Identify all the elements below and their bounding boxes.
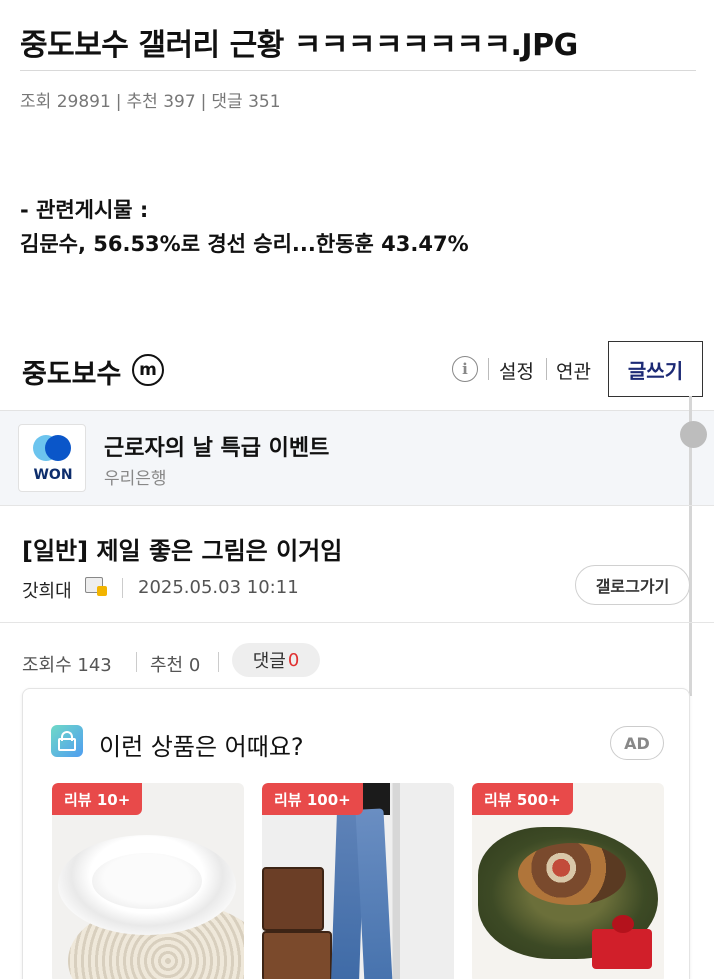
comments-count: 351 — [248, 92, 281, 112]
write-button[interactable]: 글쓰기 — [608, 341, 703, 397]
food-platter-image — [518, 843, 626, 905]
post-date: 2025.05.03 10:11 — [138, 577, 299, 598]
views-label: 조회 — [20, 92, 52, 112]
comments-label: 댓글 — [211, 92, 243, 112]
gallery-name[interactable]: 중도보수 — [22, 352, 121, 391]
related-link[interactable]: 연관 — [556, 357, 591, 384]
gallery-header: 중도보수 m i 설정 연관 글쓰기 — [0, 328, 714, 410]
settings-link[interactable]: 설정 — [499, 357, 534, 384]
won-logo-icon: WON — [18, 424, 86, 492]
comment-button[interactable]: 댓글 0 — [232, 643, 320, 677]
ad-banner[interactable]: WON 근로자의 날 특급 이벤트 우리은행 — [0, 411, 714, 505]
suitcase-image — [262, 867, 324, 931]
stat-separator — [218, 652, 219, 672]
gift-box-image — [592, 929, 652, 969]
product-item[interactable]: 리뷰 100+ — [262, 783, 454, 979]
stats-separator: | — [200, 92, 207, 112]
ad-banner-advertiser: 우리은행 — [104, 469, 167, 489]
review-badge: 리뷰 10+ — [52, 783, 143, 815]
article-recommend: 추천 0 — [150, 655, 201, 676]
suitcase-image — [262, 931, 332, 979]
views-count: 29891 — [56, 92, 111, 112]
logo-text: WON — [33, 467, 73, 483]
shopping-bag-icon — [51, 725, 83, 757]
gift-knot-image — [612, 915, 634, 933]
post-title: 중도보수 갤러리 근황 ㅋㅋㅋㅋㅋㅋㅋㅋ.JPG — [20, 28, 578, 63]
fixed-nick-badge-icon — [85, 576, 107, 596]
logo-circle-dark — [45, 435, 71, 461]
product-card-title: 이런 상품은 어때요? — [99, 733, 304, 761]
embedded-screenshot: 중도보수 m i 설정 연관 글쓰기 WON 근로자의 날 특급 이벤트 우리은… — [0, 328, 714, 979]
product-recommendation-card: 이런 상품은 어때요? AD 리뷰 10+ 리뷰 100+ 리뷰 500+ — [22, 688, 690, 979]
scrollbar-thumb[interactable] — [680, 421, 707, 448]
product-item[interactable]: 리뷰 10+ — [52, 783, 244, 979]
header-separator — [488, 358, 489, 380]
section-divider — [0, 505, 714, 506]
author-name[interactable]: 갓희대 — [22, 577, 72, 603]
related-post-headline[interactable]: 김문수, 56.53%로 경선 승리...한동훈 43.47% — [20, 228, 469, 258]
article-views: 조회수 143 — [22, 655, 112, 676]
recommend-label: 추천 — [126, 92, 158, 112]
comment-count: 0 — [287, 649, 300, 671]
bag-body — [58, 738, 76, 751]
ad-label[interactable]: AD — [610, 726, 664, 760]
white-bowl-image — [92, 853, 202, 909]
review-badge: 리뷰 500+ — [472, 783, 573, 815]
related-post-label: - 관련게시물 : — [20, 198, 149, 222]
ad-banner-title: 근로자의 날 특급 이벤트 — [104, 436, 330, 461]
article-title: [일반] 제일 좋은 그림은 이거임 — [22, 537, 343, 565]
comment-label: 댓글 — [252, 651, 286, 672]
gallog-button[interactable]: 갤로그가기 — [575, 565, 690, 605]
product-item[interactable]: 리뷰 500+ — [472, 783, 664, 979]
review-badge: 리뷰 100+ — [262, 783, 363, 815]
badge-dot — [97, 586, 107, 596]
post-stats: 조회 29891 | 추천 397 | 댓글 351 — [20, 87, 281, 112]
header-separator — [546, 358, 547, 380]
stat-separator — [136, 652, 137, 672]
stats-separator: | — [115, 92, 122, 112]
info-icon[interactable]: i — [452, 356, 478, 382]
recommend-count: 397 — [163, 92, 196, 112]
section-divider — [0, 622, 714, 623]
minor-gallery-icon: m — [132, 354, 164, 386]
meta-separator — [122, 578, 123, 598]
title-divider — [20, 70, 696, 71]
